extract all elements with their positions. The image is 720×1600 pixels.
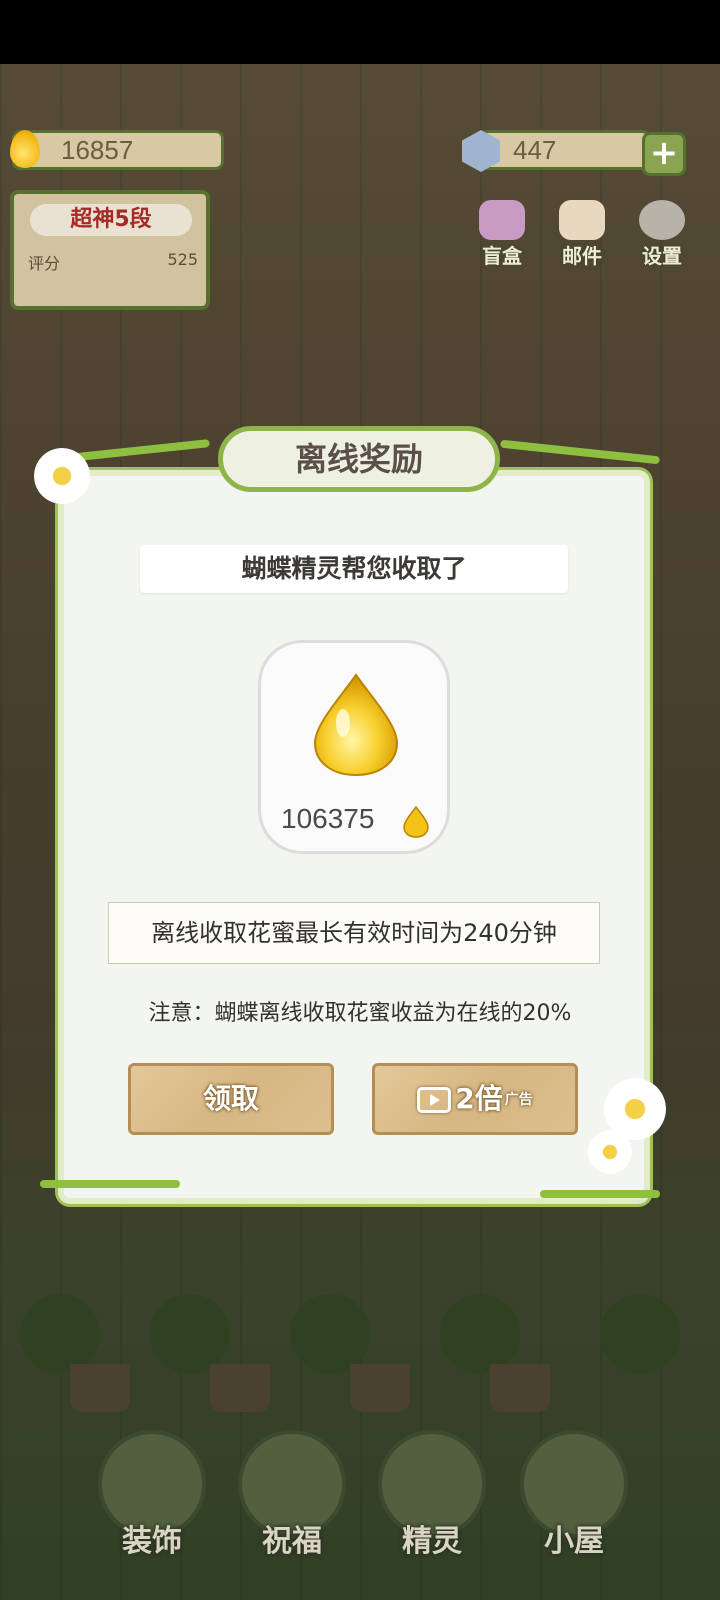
dialog-subtitle: 蝴蝶精灵帮您收取了 — [140, 545, 568, 593]
nav-decorate-label: 装饰 — [122, 1524, 182, 1559]
nav-blessing[interactable]: 祝福 — [232, 1420, 352, 1570]
ad-label: 广告 — [504, 1092, 533, 1108]
gear-icon — [639, 200, 685, 240]
score-label: 评分 — [28, 254, 61, 273]
score-value: 525 — [167, 250, 198, 269]
blind-box-label: 盲盒 — [482, 244, 522, 268]
settings-button[interactable]: 设置 — [632, 200, 692, 269]
video-ad-icon — [417, 1087, 452, 1113]
nav-fairy-label: 精灵 — [402, 1524, 462, 1559]
reward-amount: 106375 — [281, 803, 375, 834]
nav-house[interactable]: 小屋 — [514, 1420, 634, 1570]
gem-counter: 447 — [480, 130, 650, 170]
nav-decorate[interactable]: 装饰 — [92, 1420, 212, 1570]
max-time-note: 离线收取花蜜最长有效时间为240分钟 — [108, 902, 600, 964]
nav-fairy[interactable]: 精灵 — [372, 1420, 492, 1570]
income-notice: 注意：蝴蝶离线收取花蜜收益为在线的20% — [148, 1001, 572, 1026]
claim-label: 领取 — [202, 1082, 259, 1115]
score-row: 评分 525 — [28, 250, 198, 274]
nav-house-label: 小屋 — [544, 1524, 604, 1559]
daisy-flower-icon — [588, 1130, 632, 1174]
gem-amount: 447 — [513, 134, 557, 165]
claim-button[interactable]: 领取 — [128, 1063, 334, 1135]
double-reward-ad-button[interactable]: 2倍 广告 — [372, 1063, 578, 1135]
blind-box-button[interactable]: 盲盒 — [472, 200, 532, 269]
flower-box-icon — [479, 200, 525, 240]
mail-button[interactable]: 邮件 — [552, 200, 612, 269]
rank-panel[interactable]: 超神5段 评分 525 — [10, 190, 210, 310]
vine-decoration — [540, 1190, 660, 1198]
add-gem-button[interactable]: + — [642, 132, 686, 176]
double-label: 2倍 — [455, 1082, 503, 1115]
nav-blessing-label: 祝福 — [262, 1524, 322, 1559]
reward-card: 106375 — [258, 640, 450, 854]
daisy-flower-icon — [34, 448, 90, 504]
rank-title: 超神5段 — [30, 204, 192, 236]
honey-amount: 16857 — [61, 134, 134, 165]
vine-decoration — [40, 1180, 180, 1188]
mail-label: 邮件 — [562, 244, 602, 268]
honey-drop-icon — [313, 673, 399, 777]
honey-drop-icon — [403, 806, 429, 838]
mail-icon — [559, 200, 605, 240]
settings-label: 设置 — [642, 244, 682, 268]
honey-counter: 16857 — [12, 130, 224, 170]
dialog-title: 离线奖励 — [218, 426, 500, 492]
honey-drop-icon — [10, 130, 40, 168]
